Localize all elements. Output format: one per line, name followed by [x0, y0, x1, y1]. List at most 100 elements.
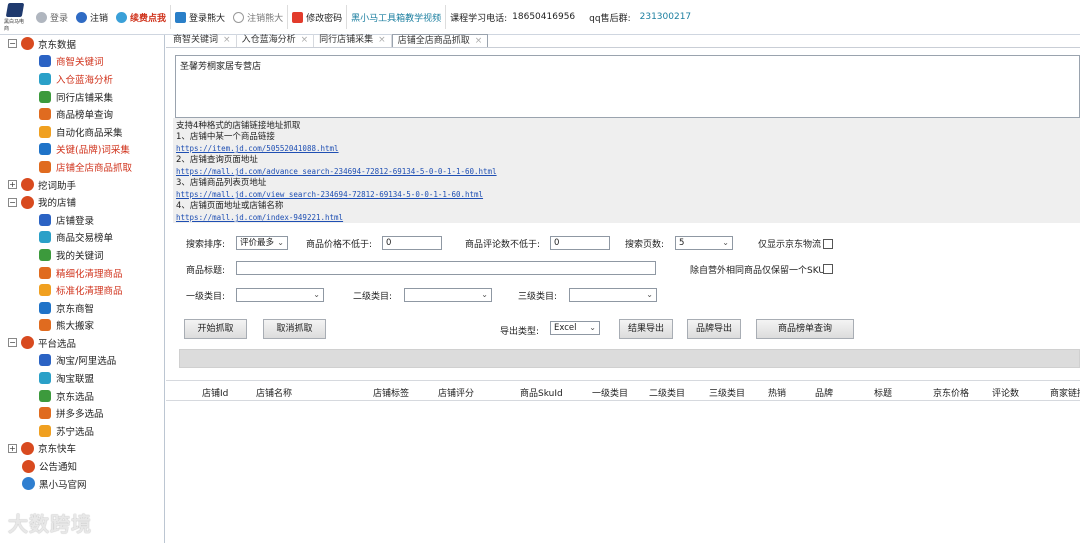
sidebar-group-3[interactable]: − 平台选品 — [0, 334, 164, 352]
item-icon — [39, 424, 51, 437]
sidebar-item[interactable]: 拼多多选品 — [0, 404, 164, 422]
store-url-input[interactable]: 圣馨芳桐家居专营店 — [175, 55, 1080, 118]
sidebar-group-0[interactable]: − 京东数据 — [0, 35, 164, 53]
sidebar-item[interactable]: 苏宁选品 — [0, 422, 164, 440]
close-icon[interactable]: × — [301, 34, 309, 47]
close-icon[interactable]: × — [223, 34, 231, 47]
logout-button[interactable]: 注销 — [72, 5, 112, 29]
sidebar-group-5[interactable]: 公告通知 — [0, 457, 164, 475]
renew-button[interactable]: 续费点我 — [112, 5, 170, 29]
collapse-icon[interactable]: − — [8, 197, 17, 207]
sidebar-group-1[interactable]: + 挖词助手 — [0, 176, 164, 194]
logout-xiongda-button[interactable]: 注销熊大 — [229, 5, 287, 29]
sidebar-group-2[interactable]: − 我的店铺 — [0, 193, 164, 211]
login-xiongda-button[interactable]: 登录熊大 — [170, 5, 229, 29]
reviews-label: 商品评论数不低于: — [465, 240, 541, 250]
column-header[interactable]: 商家链接 — [1050, 386, 1080, 399]
column-header[interactable]: 一级类目 — [592, 386, 628, 399]
column-header[interactable]: 店铺Id — [202, 386, 228, 399]
sidebar-group-6[interactable]: 黑小马官网 — [0, 475, 164, 493]
help-url-1[interactable]: https://item.jd.com/50552041088.html — [176, 144, 339, 153]
column-header[interactable]: 评论数 — [992, 386, 1019, 399]
login-button[interactable]: 登录 — [32, 5, 72, 29]
sidebar-item-label: 店铺登录 — [56, 215, 95, 227]
sidebar-item-label: 商品榜单查询 — [56, 110, 114, 122]
help-url-3[interactable]: https://mall.jd.com/view_search-234694-7… — [176, 190, 483, 199]
dedupe-checkbox[interactable] — [823, 264, 833, 274]
export-results-button[interactable]: 结果导出 — [619, 319, 673, 339]
sort-select[interactable]: 评价最多 ⌄ — [236, 236, 288, 250]
min-reviews-value: 0 — [554, 238, 560, 248]
sidebar-item[interactable]: 精细化清理商品 — [0, 264, 164, 282]
sidebar-item[interactable]: 自动化商品采集 — [0, 123, 164, 141]
tab[interactable]: 商智关键词 × — [168, 34, 237, 47]
change-password-button[interactable]: 修改密码 — [287, 5, 346, 29]
renew-label: 续费点我 — [130, 13, 167, 24]
qq-label: qq售后群: — [589, 13, 631, 24]
expand-icon[interactable]: + — [8, 180, 17, 190]
column-header[interactable]: 三级类目 — [709, 386, 745, 399]
close-icon[interactable]: × — [475, 35, 483, 47]
column-header[interactable]: 品牌 — [815, 386, 833, 399]
sidebar-item[interactable]: 商智关键词 — [0, 53, 164, 71]
column-header[interactable]: 热销 — [768, 386, 786, 399]
help-url-4[interactable]: https://mall.jd.com/index-949221.html — [176, 213, 343, 222]
sidebar-item[interactable]: 淘宝联盟 — [0, 369, 164, 387]
sidebar-item[interactable]: 入仓蓝海分析 — [0, 70, 164, 88]
export-type-select[interactable]: Excel ⌄ — [550, 321, 600, 335]
column-header[interactable]: 店铺标签 — [373, 386, 409, 399]
cancel-button[interactable]: 取消抓取 — [263, 319, 326, 339]
export-brands-button[interactable]: 品牌导出 — [687, 319, 741, 339]
collapse-icon[interactable]: − — [8, 39, 17, 49]
tab[interactable]: 同行店铺采集 × — [314, 34, 392, 47]
tab[interactable]: 店铺全店商品抓取 × — [391, 34, 489, 47]
sidebar-item[interactable]: 店铺登录 — [0, 211, 164, 229]
cat3-label: 三级类目: — [518, 292, 558, 302]
sidebar-item[interactable]: 淘宝/阿里选品 — [0, 352, 164, 370]
item-icon — [39, 160, 51, 173]
pages-select[interactable]: 5 ⌄ — [675, 236, 733, 250]
dedupe-label: 除自营外相同商品仅保留一个SKU — [690, 266, 825, 276]
jd-logistics-checkbox[interactable] — [823, 239, 833, 249]
sidebar-group-label: 黑小马官网 — [39, 479, 87, 491]
sidebar-item[interactable]: 京东选品 — [0, 387, 164, 405]
collapse-icon[interactable]: − — [8, 338, 17, 348]
column-header[interactable]: 标题 — [874, 386, 892, 399]
sidebar-item[interactable]: 店铺全店商品抓取 — [0, 158, 164, 176]
sidebar-item[interactable]: 京东商智 — [0, 299, 164, 317]
help-url-2[interactable]: https://mall.jd.com/advance_search-23469… — [176, 167, 497, 176]
sort-value: 评价最多 — [240, 238, 275, 248]
min-reviews-input[interactable]: 0 — [550, 236, 610, 250]
expand-icon[interactable]: + — [8, 443, 17, 453]
start-button[interactable]: 开始抓取 — [184, 319, 247, 339]
ranking-query-button[interactable]: 商品榜单查询 — [756, 319, 854, 339]
sidebar-group-4[interactable]: + 京东快车 — [0, 440, 164, 458]
column-header[interactable]: 商品SkuId — [520, 386, 563, 399]
help-title: 支持4种格式的店铺链接地址抓取 — [176, 121, 301, 131]
min-price-input[interactable]: 0 — [382, 236, 442, 250]
column-header[interactable]: 店铺评分 — [438, 386, 474, 399]
item-icon — [39, 389, 51, 402]
item-icon — [39, 231, 51, 244]
help-format-3: 3、店铺商品列表页地址 — [176, 178, 267, 188]
tutorial-link[interactable]: 黑小马工具箱教学视频 — [346, 5, 445, 29]
sort-label: 搜索排序: — [186, 240, 226, 250]
sidebar-item[interactable]: 我的关键词 — [0, 246, 164, 264]
column-header[interactable]: 店铺名称 — [256, 386, 292, 399]
sidebar-item[interactable]: 熊大搬家 — [0, 317, 164, 335]
close-icon[interactable]: × — [378, 34, 386, 47]
cat3-select[interactable]: ⌄ — [569, 288, 657, 302]
sidebar-item[interactable]: 关键(品牌)词采集 — [0, 141, 164, 159]
column-header[interactable]: 京东价格 — [933, 386, 969, 399]
sidebar-item[interactable]: 商品榜单查询 — [0, 105, 164, 123]
sidebar-item[interactable]: 同行店铺采集 — [0, 88, 164, 106]
tab[interactable]: 入仓蓝海分析 × — [237, 34, 315, 47]
item-icon — [39, 143, 51, 156]
product-title-input[interactable] — [236, 261, 656, 275]
cat1-select[interactable]: ⌄ — [236, 288, 324, 302]
cat2-select[interactable]: ⌄ — [404, 288, 492, 302]
column-header[interactable]: 二级类目 — [649, 386, 685, 399]
pages-value: 5 — [679, 238, 685, 248]
sidebar-item[interactable]: 标准化清理商品 — [0, 281, 164, 299]
sidebar-item[interactable]: 商品交易榜单 — [0, 229, 164, 247]
